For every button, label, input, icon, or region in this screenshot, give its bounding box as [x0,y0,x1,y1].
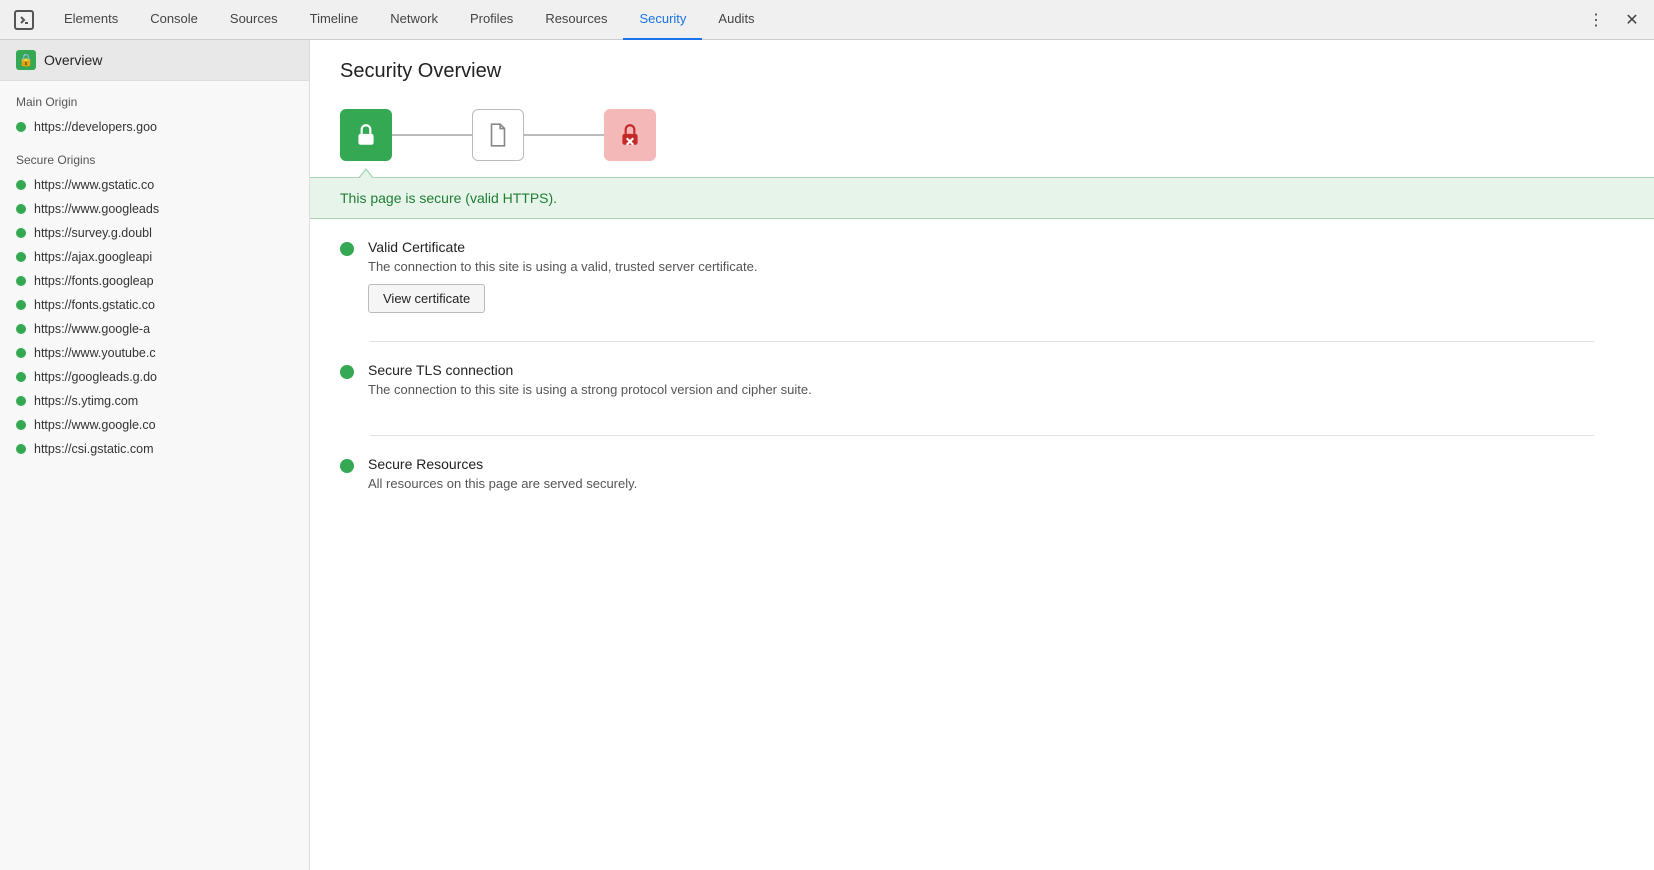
devtools-logo [8,4,40,36]
resources-desc: All resources on this page are served se… [368,476,637,491]
list-item[interactable]: https://www.youtube.c [0,341,309,365]
secure-banner-text: This page is secure (valid HTTPS). [340,190,557,206]
list-item[interactable]: https://googleads.g.do [0,365,309,389]
secure-origins-title: Secure Origins [0,139,309,173]
tls-desc: The connection to this site is using a s… [368,382,812,397]
valid-dot [340,242,354,256]
security-item-certificate: Valid Certificate The connection to this… [340,239,1624,313]
certificate-content: Valid Certificate The connection to this… [368,239,757,313]
origin-url: https://fonts.gstatic.co [34,298,155,312]
tab-profiles[interactable]: Profiles [454,0,529,40]
sidebar-item-main-origin[interactable]: https://developers.goo [0,115,309,139]
origin-url: https://fonts.googleap [34,274,154,288]
content-area: Security Overview [310,40,1654,870]
tab-audits[interactable]: Audits [702,0,770,40]
security-diagram [310,99,1654,177]
diagram-connector-2 [524,134,604,136]
list-item[interactable]: https://ajax.googleapi [0,245,309,269]
list-item[interactable]: https://s.ytimg.com [0,389,309,413]
resources-dot [340,459,354,473]
origin-dot [16,276,26,286]
diagram-connector-1 [392,134,472,136]
toolbar-actions: ⋮ ✕ [1582,6,1646,34]
origin-dot [16,204,26,214]
origin-dot [16,324,26,334]
origin-url: https://ajax.googleapi [34,250,152,264]
list-item[interactable]: https://www.gstatic.co [0,173,309,197]
tab-resources[interactable]: Resources [529,0,623,40]
document-icon [472,109,524,161]
origin-url: https://survey.g.doubl [34,226,152,240]
main-layout: 🔒 Overview Main Origin https://developer… [0,40,1654,870]
origin-dot [16,228,26,238]
origin-url: https://csi.gstatic.com [34,442,153,456]
certificate-title: Valid Certificate [368,239,757,255]
list-item[interactable]: https://www.google-a [0,317,309,341]
toolbar: Elements Console Sources Timeline Networ… [0,0,1654,40]
tab-timeline[interactable]: Timeline [294,0,375,40]
view-certificate-button[interactable]: View certificate [368,284,485,313]
origin-dot [16,348,26,358]
list-item[interactable]: https://www.googleads [0,197,309,221]
resources-title: Secure Resources [368,456,637,472]
sidebar: 🔒 Overview Main Origin https://developer… [0,40,310,870]
origin-url: https://googleads.g.do [34,370,157,384]
origin-url: https://www.gstatic.co [34,178,154,192]
list-item[interactable]: https://www.google.co [0,413,309,437]
security-item-tls: Secure TLS connection The connection to … [340,362,1624,407]
secure-banner: This page is secure (valid HTTPS). [310,177,1654,219]
list-item[interactable]: https://fonts.googleap [0,269,309,293]
tls-dot [340,365,354,379]
list-item[interactable]: https://survey.g.doubl [0,221,309,245]
tab-network[interactable]: Network [374,0,454,40]
tab-elements[interactable]: Elements [48,0,134,40]
list-item[interactable]: https://fonts.gstatic.co [0,293,309,317]
origin-dot [16,180,26,190]
close-button[interactable]: ✕ [1618,6,1646,34]
origin-dot [16,300,26,310]
security-item-resources: Secure Resources All resources on this p… [340,456,1624,501]
divider-2 [370,435,1594,436]
tab-sources[interactable]: Sources [214,0,294,40]
tab-security[interactable]: Security [623,0,702,40]
tls-content: Secure TLS connection The connection to … [368,362,812,407]
origin-dot [16,444,26,454]
main-origin-url: https://developers.goo [34,120,157,134]
divider-1 [370,341,1594,342]
tls-title: Secure TLS connection [368,362,812,378]
origin-url: https://www.google-a [34,322,150,336]
overview-lock-icon: 🔒 [16,50,36,70]
certificate-desc: The connection to this site is using a v… [368,259,757,274]
origin-url: https://www.google.co [34,418,156,432]
secure-lock-icon [340,109,392,161]
origin-url: https://s.ytimg.com [34,394,138,408]
sidebar-overview-label: Overview [44,52,102,68]
main-origin-title: Main Origin [0,81,309,115]
insecure-lock-icon [604,109,656,161]
resources-content: Secure Resources All resources on this p… [368,456,637,501]
content-header: Security Overview [310,40,1654,99]
security-items: Valid Certificate The connection to this… [310,219,1654,549]
origin-url: https://www.googleads [34,202,159,216]
more-button[interactable]: ⋮ [1582,6,1610,34]
origin-dot [16,420,26,430]
origin-dot [16,122,26,132]
list-item[interactable]: https://csi.gstatic.com [0,437,309,461]
origin-url: https://www.youtube.c [34,346,156,360]
origin-dot [16,372,26,382]
origin-dot [16,396,26,406]
origin-dot [16,252,26,262]
page-title: Security Overview [340,60,1624,83]
sidebar-overview[interactable]: 🔒 Overview [0,40,309,81]
tab-console[interactable]: Console [134,0,214,40]
